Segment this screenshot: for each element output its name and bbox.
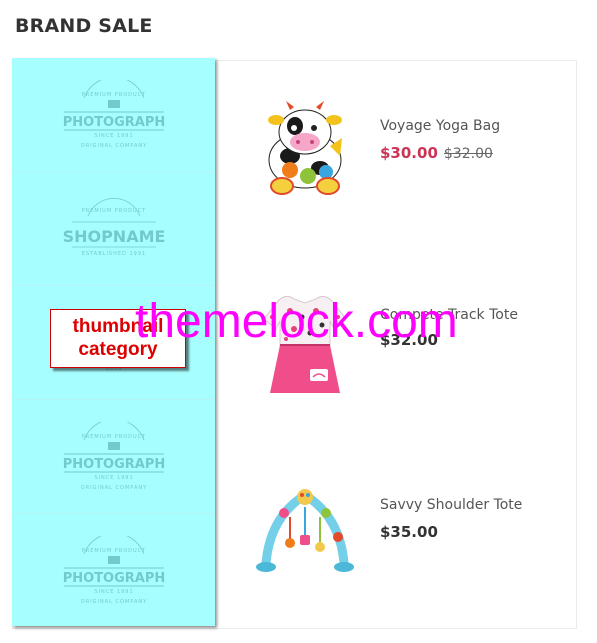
- brand-logo[interactable]: PREMIUM PRODUCT PHOTOGRAPH SINCE 1991 OR…: [12, 58, 215, 172]
- section-title: BRAND SALE: [15, 15, 153, 37]
- regular-price: $35.00: [380, 523, 438, 541]
- brand-sub-text: SINCE 1991: [94, 475, 133, 481]
- product-price: $30.00 $32.00: [380, 144, 493, 162]
- brand-top-text: PREMIUM PRODUCT: [82, 434, 146, 440]
- brand-sub-text: SINCE 1991: [94, 133, 133, 139]
- brand-logo[interactable]: PREMIUM PRODUCT PHOTOGRAPH SINCE 1991 OR…: [12, 400, 215, 514]
- product-price: $35.00: [380, 523, 438, 541]
- brand-bottom-text: ORIGINAL COMPANY: [81, 599, 147, 605]
- product-item[interactable]: Savvy Shoulder Tote $35.00: [250, 477, 570, 587]
- brand-logo[interactable]: PREMIUM PRODUCT SHOPNAME ESTABLISHED 199…: [12, 172, 215, 286]
- brand-sub-text: ESTABLISHED 1991: [82, 251, 146, 257]
- brand-top-text: PREMIUM PRODUCT: [82, 548, 146, 554]
- brand-bottom-text: ORIGINAL COMPANY: [81, 143, 147, 149]
- brand-bottom-text: ORIGINAL COMPANY: [81, 485, 147, 491]
- old-price: $32.00: [443, 146, 493, 162]
- brand-name: PHOTOGRAPH: [63, 115, 166, 130]
- sale-price: $30.00: [380, 144, 438, 162]
- baby-play-gym-image[interactable]: [250, 477, 360, 587]
- brand-logo-photograph-icon: PREMIUM PRODUCT PHOTOGRAPH SINCE 1991 OR…: [63, 422, 166, 491]
- brand-top-text: PREMIUM PRODUCT: [82, 92, 146, 98]
- product-item[interactable]: Voyage Yoga Bag $30.00 $32.00: [250, 98, 570, 208]
- brand-sub-text: SINCE 1991: [94, 589, 133, 595]
- brand-logo-photograph-icon: PREMIUM PRODUCT PHOTOGRAPH SINCE 1991 OR…: [63, 536, 166, 605]
- brand-logo-photograph-icon: PREMIUM PRODUCT PHOTOGRAPH SINCE 1991 OR…: [63, 80, 166, 149]
- brand-logo[interactable]: PREMIUM PRODUCT PHOTOGRAPH SINCE 1991 OR…: [12, 514, 215, 628]
- brand-name: PHOTOGRAPH: [63, 457, 166, 472]
- watermark-text: themelock.com: [135, 295, 458, 348]
- plush-cow-toy-image[interactable]: [250, 98, 360, 208]
- brand-top-text: PREMIUM PRODUCT: [82, 208, 146, 214]
- product-name[interactable]: Voyage Yoga Bag: [380, 118, 500, 134]
- brand-name: SHOPNAME: [63, 227, 166, 246]
- brand-name: PHOTOGRAPH: [63, 571, 166, 586]
- product-name[interactable]: Savvy Shoulder Tote: [380, 497, 522, 513]
- brand-logo-shopname-icon: PREMIUM PRODUCT SHOPNAME ESTABLISHED 199…: [63, 197, 166, 257]
